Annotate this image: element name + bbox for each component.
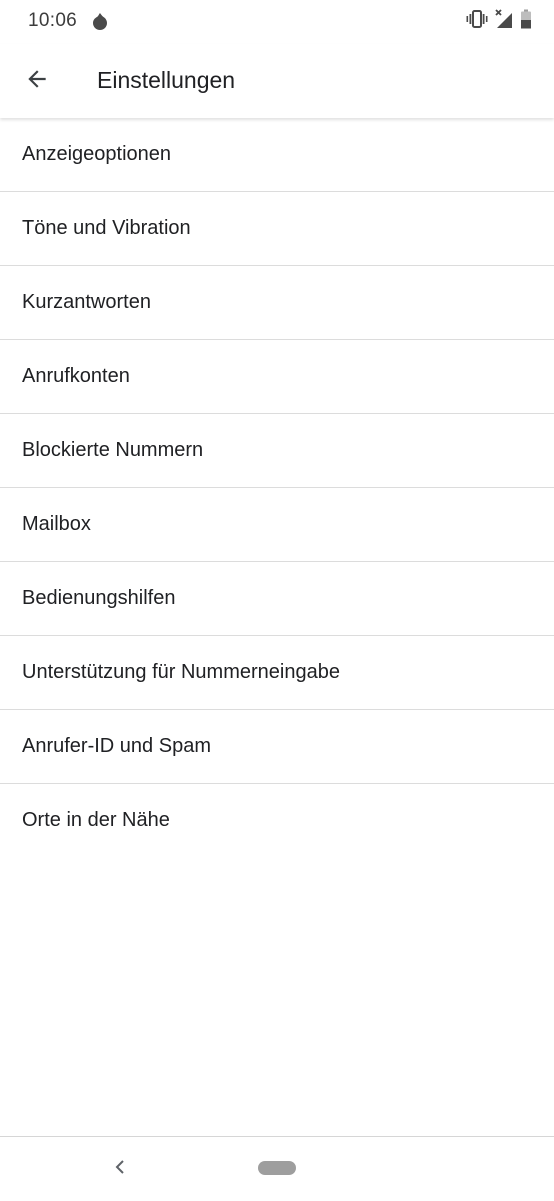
settings-item-label: Kurzantworten [22, 291, 151, 313]
status-time: 10:06 [28, 10, 78, 31]
settings-item-blockierte-nummern[interactable]: Blockierte Nummern [0, 414, 554, 488]
nav-home-pill[interactable] [258, 1161, 296, 1175]
settings-item-anrufkonten[interactable]: Anrufkonten [0, 340, 554, 414]
status-bar: 10:06 [0, 0, 554, 44]
settings-item-label: Orte in der Nähe [22, 809, 170, 831]
back-button[interactable] [14, 58, 60, 104]
notification-drop-icon [90, 11, 110, 31]
settings-list: Anzeigeoptionen Töne und Vibration Kurza… [0, 118, 554, 857]
settings-item-toene-und-vibration[interactable]: Töne und Vibration [0, 192, 554, 266]
settings-item-label: Anzeigeoptionen [22, 143, 172, 165]
settings-item-anzeigeoptionen[interactable]: Anzeigeoptionen [0, 118, 554, 192]
no-signal-icon [494, 8, 514, 34]
settings-item-bedienungshilfen[interactable]: Bedienungshilfen [0, 562, 554, 636]
status-icons [466, 8, 532, 34]
arrow-back-icon [24, 66, 50, 97]
settings-item-label: Anrufkonten [22, 365, 130, 387]
system-nav-bar [0, 1136, 554, 1201]
settings-item-anrufer-id-spam[interactable]: Anrufer-ID und Spam [0, 710, 554, 784]
nav-back-icon [114, 1158, 126, 1181]
settings-item-orte-in-der-naehe[interactable]: Orte in der Nähe [0, 784, 554, 857]
settings-item-nummerneingabe[interactable]: Unterstützung für Nummerneingabe [0, 636, 554, 710]
vibrate-icon [466, 9, 488, 33]
settings-item-label: Töne und Vibration [22, 217, 191, 239]
settings-item-label: Anrufer-ID und Spam [22, 735, 211, 757]
settings-item-label: Mailbox [22, 513, 91, 535]
settings-item-label: Blockierte Nummern [22, 439, 204, 461]
battery-icon [520, 9, 532, 34]
settings-item-mailbox[interactable]: Mailbox [0, 488, 554, 562]
page-title: Einstellungen [97, 67, 236, 93]
settings-item-label: Bedienungshilfen [22, 587, 176, 609]
app-bar: Einstellungen [0, 44, 554, 118]
settings-item-kurzantworten[interactable]: Kurzantworten [0, 266, 554, 340]
settings-item-label: Unterstützung für Nummerneingabe [22, 661, 340, 683]
nav-back-button[interactable] [108, 1155, 132, 1183]
